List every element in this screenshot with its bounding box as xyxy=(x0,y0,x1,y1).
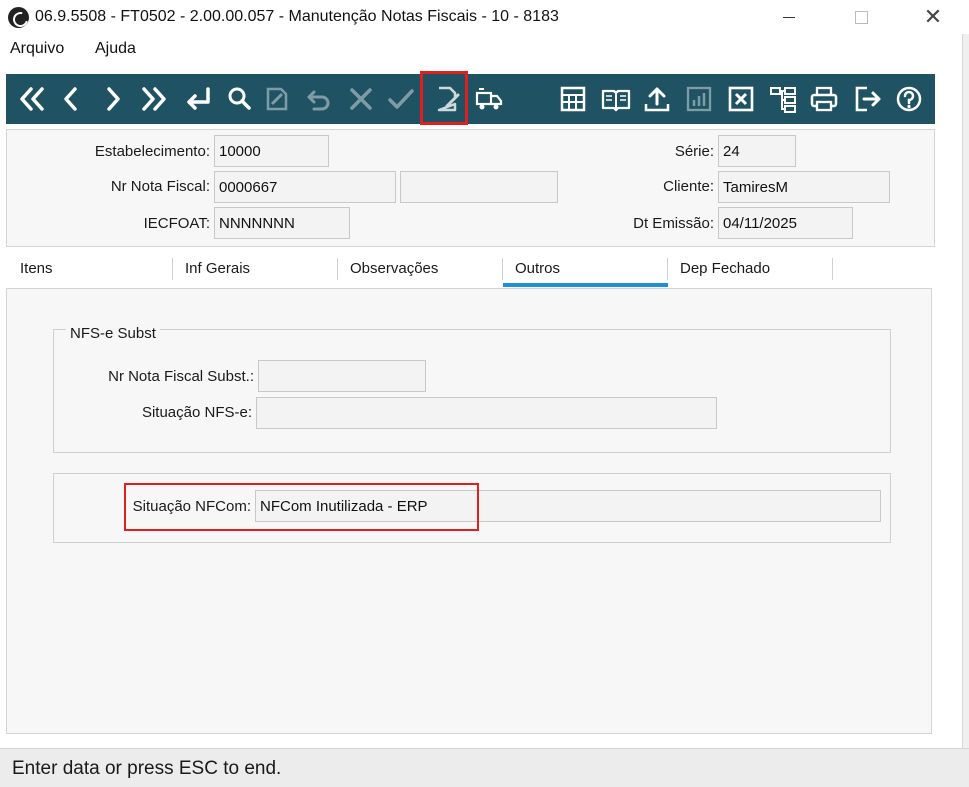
toolbar xyxy=(6,74,935,124)
app-logo-icon xyxy=(8,7,29,28)
maximize-button[interactable] xyxy=(838,0,884,34)
title-bar: 06.9.5508 - FT0502 - 2.00.00.057 - Manut… xyxy=(0,0,969,34)
truck-icon[interactable] xyxy=(470,80,508,118)
iecfoat-field[interactable]: NNNNNNN xyxy=(214,207,350,239)
menu-ajuda[interactable]: Ajuda xyxy=(95,40,136,58)
tab-dep-fechado[interactable]: Dep Fechado xyxy=(680,260,770,277)
nfse-subst-group-title: NFS-e Subst xyxy=(66,325,160,342)
status-bar: Enter data or press ESC to end. xyxy=(0,748,969,787)
status-message: Enter data or press ESC to end. xyxy=(12,758,282,779)
help-icon[interactable] xyxy=(892,80,926,118)
cliente-field[interactable]: TamiresM xyxy=(718,171,890,203)
tab-separator xyxy=(667,258,668,280)
close-button[interactable]: ✕ xyxy=(910,0,956,34)
situacao-nfse-label: Situação NFS-e: xyxy=(141,404,252,421)
estabelecimento-label: Estabelecimento: xyxy=(94,143,210,160)
tab-separator xyxy=(832,258,833,280)
tab-separator xyxy=(337,258,338,280)
last-record-icon[interactable] xyxy=(134,80,174,118)
search-icon[interactable] xyxy=(222,80,256,118)
upload-icon[interactable] xyxy=(640,80,674,118)
document-edit-highlight-box xyxy=(420,71,468,125)
minimize-button[interactable] xyxy=(766,0,812,34)
serie-label: Série: xyxy=(674,143,714,160)
print-icon[interactable] xyxy=(806,80,842,118)
tab-inf-gerais[interactable]: Inf Gerais xyxy=(185,260,250,277)
goto-return-icon[interactable] xyxy=(178,80,218,118)
nr-nota-fiscal-field[interactable]: 0000667 xyxy=(214,171,396,203)
nfse-subst-group xyxy=(53,329,891,453)
exit-icon[interactable] xyxy=(850,80,886,118)
estabelecimento-field[interactable]: 10000 xyxy=(214,135,329,167)
serie-field[interactable]: 24 xyxy=(718,135,796,167)
situacao-nfcom-highlight-box xyxy=(124,483,479,531)
nr-nota-fiscal-extra-field[interactable] xyxy=(400,171,558,203)
situacao-nfse-field[interactable] xyxy=(256,397,717,429)
tab-itens[interactable]: Itens xyxy=(20,260,53,277)
active-tab-indicator xyxy=(503,283,668,287)
tab-separator xyxy=(172,258,173,280)
nr-nota-fiscal-subst-field[interactable] xyxy=(258,360,426,392)
window-right-edge xyxy=(962,34,969,748)
next-record-icon[interactable] xyxy=(96,80,130,118)
chart-icon[interactable] xyxy=(682,80,716,118)
undo-icon[interactable] xyxy=(302,80,336,118)
confirm-icon[interactable] xyxy=(384,80,418,118)
excel-icon[interactable] xyxy=(724,80,758,118)
tab-outros[interactable]: Outros xyxy=(515,260,560,277)
nr-nota-fiscal-subst-label: Nr Nota Fiscal Subst.: xyxy=(108,368,254,385)
window-title: 06.9.5508 - FT0502 - 2.00.00.057 - Manut… xyxy=(35,8,559,25)
dt-emissao-field[interactable]: 04/11/2025 xyxy=(718,207,853,239)
tab-separator xyxy=(502,258,503,280)
cliente-label: Cliente: xyxy=(663,178,714,195)
dt-emissao-label: Dt Emissão: xyxy=(633,215,714,232)
iecfoat-label: IECFOAT: xyxy=(143,215,210,232)
nr-nota-fiscal-label: Nr Nota Fiscal: xyxy=(110,178,210,195)
tab-observacoes[interactable]: Observações xyxy=(350,260,438,277)
tab-bar: Itens Inf Gerais Observações Outros Dep … xyxy=(6,252,935,288)
menu-arquivo[interactable]: Arquivo xyxy=(10,40,64,58)
first-record-icon[interactable] xyxy=(12,80,52,118)
previous-record-icon[interactable] xyxy=(54,80,88,118)
cancel-icon[interactable] xyxy=(344,80,378,118)
calculator-icon[interactable] xyxy=(556,80,590,118)
edit-icon[interactable] xyxy=(260,80,294,118)
tree-icon[interactable] xyxy=(766,80,800,118)
book-icon[interactable] xyxy=(596,80,636,118)
